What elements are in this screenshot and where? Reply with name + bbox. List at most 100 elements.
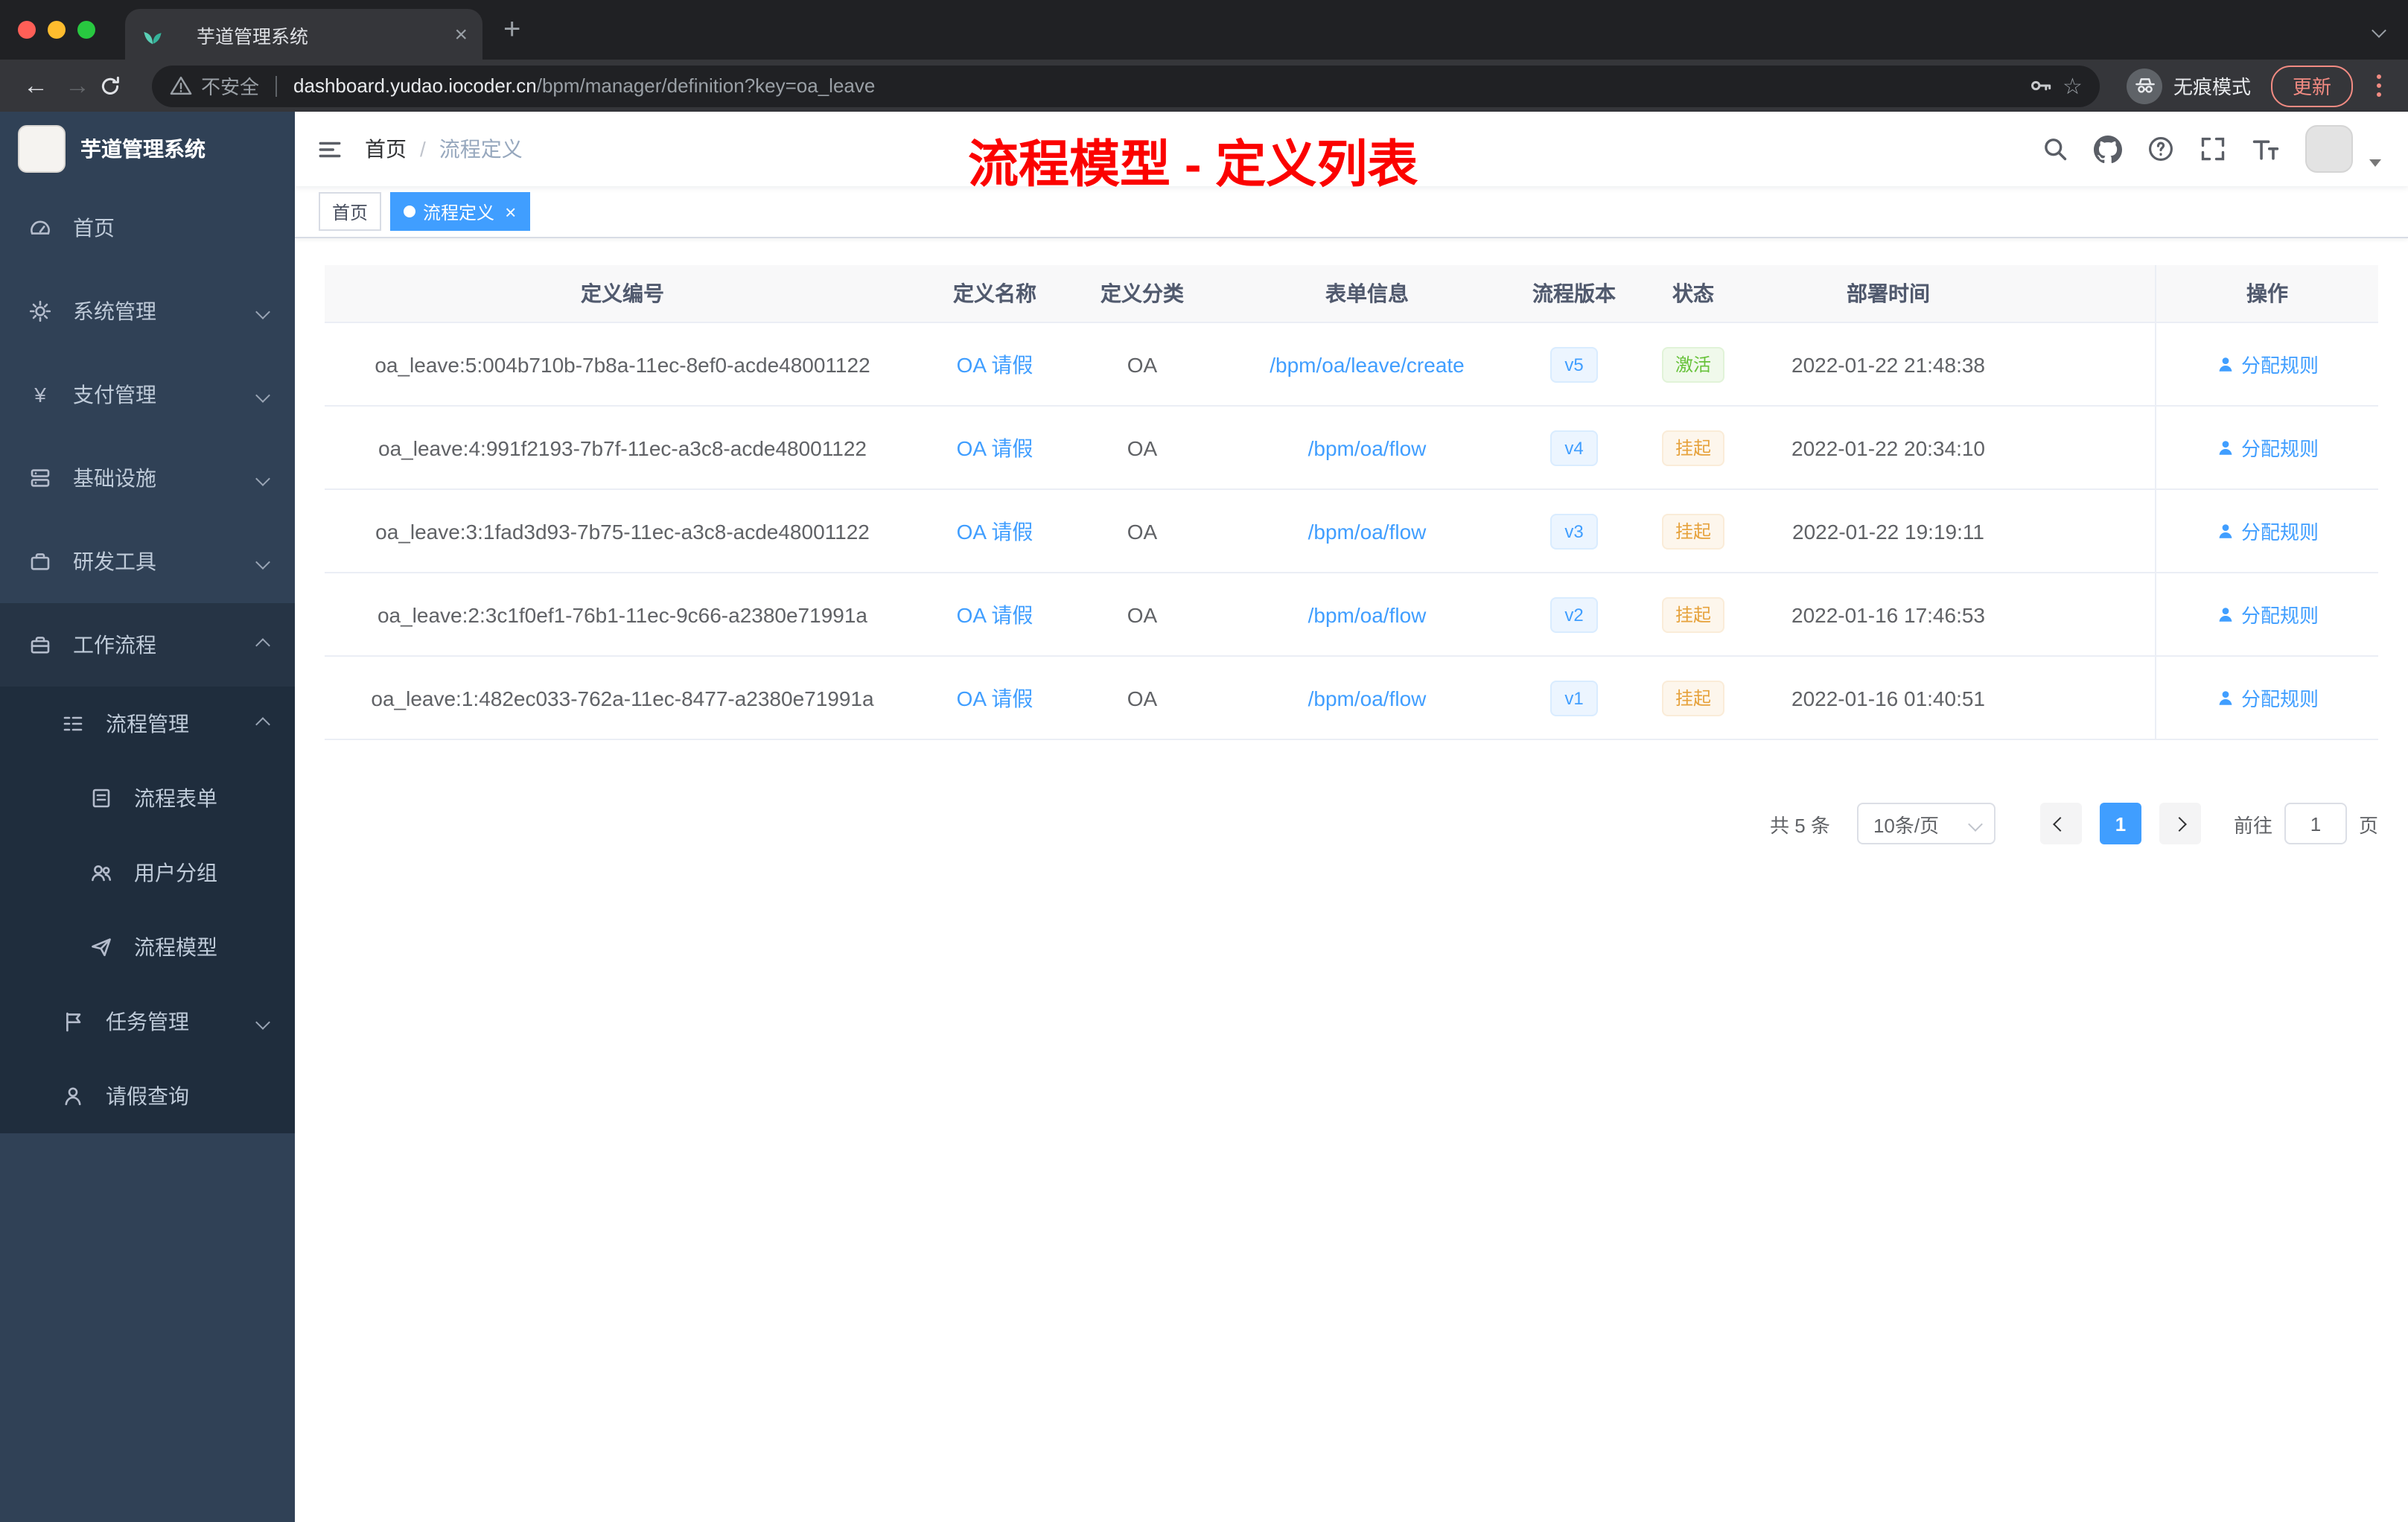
sidebar-item-task-mgmt[interactable]: 任务管理 — [0, 984, 295, 1059]
bookmark-star-icon[interactable]: ☆ — [2063, 72, 2083, 99]
definition-name-link[interactable]: OA 请假 — [957, 433, 1033, 462]
browser-tabstrip: 芋道管理系统 × + — [0, 0, 2408, 60]
next-page-button[interactable] — [2159, 803, 2201, 844]
font-size-icon[interactable] — [2252, 135, 2280, 163]
column-header-actions: 操作 — [2155, 265, 2378, 322]
column-header-category: 定义分类 — [1101, 281, 1184, 305]
form-link[interactable]: /bpm/oa/flow — [1308, 436, 1427, 459]
sidebar-item-label: 工作流程 — [73, 633, 156, 657]
tag-home[interactable]: 首页 — [319, 192, 382, 231]
window-minimize-button[interactable] — [48, 21, 66, 39]
form-link[interactable]: /bpm/oa/flow — [1308, 519, 1427, 543]
sidebar-item-process-model[interactable]: 流程模型 — [0, 910, 295, 984]
address-bar[interactable]: 不安全 dashboard.yudao.iocoder.cn/bpm/manag… — [152, 65, 2100, 106]
assign-rule-link[interactable]: 分配规则 — [2216, 684, 2319, 712]
definition-name-link[interactable]: OA 请假 — [957, 349, 1033, 379]
gear-icon — [28, 299, 52, 323]
server-icon — [28, 466, 52, 490]
window-close-button[interactable] — [18, 21, 36, 39]
total-count: 共 5 条 — [1770, 814, 1830, 836]
main-area: 流程模型 - 定义列表 首页 / 流程定义 首页 流程定义 × 定义编号 定义名… — [295, 112, 2408, 1522]
briefcase-icon — [28, 633, 52, 657]
security-label[interactable]: 不安全 — [201, 71, 259, 100]
github-icon[interactable] — [2094, 135, 2122, 163]
window-zoom-button[interactable] — [77, 21, 95, 39]
definition-name-link[interactable]: OA 请假 — [957, 599, 1033, 629]
column-header-deploy-time: 部署时间 — [1847, 281, 1930, 305]
definition-category: OA — [1127, 436, 1158, 459]
chevron-up-icon — [255, 716, 270, 731]
sidebar-item-home[interactable]: 首页 — [0, 186, 295, 270]
reload-button[interactable] — [98, 74, 140, 98]
definition-name-link[interactable]: OA 请假 — [957, 516, 1033, 546]
password-key-icon[interactable] — [2028, 73, 2054, 98]
new-tab-button[interactable]: + — [503, 15, 520, 45]
chevron-down-icon — [1968, 816, 1983, 831]
definition-id: oa_leave:5:004b710b-7b8a-11ec-8ef0-acde4… — [375, 352, 870, 376]
status-tag: 挂起 — [1661, 513, 1724, 549]
table-row: oa_leave:3:1fad3d93-7b75-11ec-a3c8-acde4… — [325, 490, 2378, 573]
assign-rule-link[interactable]: 分配规则 — [2216, 433, 2319, 462]
table-header-row: 定义编号 定义名称 定义分类 表单信息 流程版本 状态 部署时间 操作 — [325, 265, 2378, 323]
sidebar-item-system-mgmt[interactable]: 系统管理 — [0, 270, 295, 353]
sidebar-item-label: 首页 — [73, 216, 115, 240]
sidebar-item-leave-query[interactable]: 请假查询 — [0, 1059, 295, 1133]
avatar-caret-icon[interactable] — [2369, 159, 2381, 167]
fullscreen-icon[interactable] — [2200, 136, 2226, 162]
incognito-icon — [2127, 68, 2163, 104]
tab-search-icon[interactable] — [2372, 16, 2386, 43]
assign-rule-link[interactable]: 分配规则 — [2216, 517, 2319, 545]
form-link[interactable]: /bpm/oa/flow — [1308, 686, 1427, 710]
sidebar-item-infrastructure[interactable]: 基础设施 — [0, 436, 295, 520]
table-row: oa_leave:2:3c1f0ef1-76b1-11ec-9c66-a2380… — [325, 573, 2378, 657]
forward-button[interactable]: → — [57, 73, 98, 98]
version-tag: v5 — [1549, 346, 1599, 382]
prev-page-button[interactable] — [2039, 803, 2082, 844]
deploy-time: 2022-01-22 19:19:11 — [1792, 519, 1984, 543]
sidebar-item-dev-tools[interactable]: 研发工具 — [0, 520, 295, 603]
breadcrumb-home[interactable]: 首页 — [365, 134, 407, 164]
paper-plane-icon — [89, 935, 113, 959]
window-controls — [0, 21, 110, 39]
assign-rule-link[interactable]: 分配规则 — [2216, 600, 2319, 628]
chevron-down-icon — [255, 471, 270, 485]
tab-close-icon[interactable]: × — [454, 23, 468, 45]
definition-category: OA — [1127, 602, 1158, 626]
help-icon[interactable] — [2147, 136, 2174, 162]
back-button[interactable]: ← — [15, 73, 57, 98]
sidebar-toggle-icon[interactable] — [295, 136, 365, 162]
browser-tab[interactable]: 芋道管理系统 × — [125, 9, 482, 60]
form-link[interactable]: /bpm/oa/flow — [1308, 602, 1427, 626]
sidebar-logo[interactable]: 芋道管理系统 — [0, 112, 295, 186]
screen: 芋道管理系统 × + ← → 不安全 dashboard.yudao.iocod… — [0, 0, 2408, 1522]
column-header-version: 流程版本 — [1532, 281, 1616, 305]
table-row: oa_leave:5:004b710b-7b8a-11ec-8ef0-acde4… — [325, 323, 2378, 407]
page-content: 定义编号 定义名称 定义分类 表单信息 流程版本 状态 部署时间 操作 oa_l… — [295, 238, 2408, 1522]
browser-menu-icon[interactable] — [2376, 83, 2381, 89]
sidebar-item-payment-mgmt[interactable]: ¥ 支付管理 — [0, 353, 295, 436]
sidebar-item-process-mgmt[interactable]: 流程管理 — [0, 687, 295, 761]
form-link[interactable]: /bpm/oa/leave/create — [1270, 352, 1465, 376]
app: 芋道管理系统 首页 系统管理 ¥ 支付管理 基础设施 研发工具 工作流程 流程管… — [0, 112, 2408, 1522]
goto-page-input[interactable] — [2284, 803, 2347, 844]
url-text[interactable]: dashboard.yudao.iocoder.cn/bpm/manager/d… — [293, 74, 875, 97]
definition-name-link[interactable]: OA 请假 — [957, 683, 1033, 713]
sidebar-item-user-group[interactable]: 用户分组 — [0, 835, 295, 910]
sidebar-item-process-form[interactable]: 流程表单 — [0, 761, 295, 835]
definition-id: oa_leave:1:482ec033-762a-11ec-8477-a2380… — [371, 686, 874, 710]
user-avatar[interactable] — [2305, 125, 2353, 173]
page-1-button[interactable]: 1 — [2099, 803, 2141, 844]
sidebar-item-label: 流程管理 — [106, 712, 189, 736]
page-size-select[interactable]: 10条/页 — [1856, 803, 1995, 844]
tag-process-definition[interactable]: 流程定义 × — [390, 192, 530, 231]
update-button[interactable]: 更新 — [2271, 65, 2352, 106]
assign-rule-link[interactable]: 分配规则 — [2216, 350, 2319, 378]
search-icon[interactable] — [2042, 136, 2068, 162]
breadcrumb: 首页 / 流程定义 — [365, 134, 523, 164]
sidebar: 芋道管理系统 首页 系统管理 ¥ 支付管理 基础设施 研发工具 工作流程 流程管… — [0, 112, 295, 1522]
person-icon — [61, 1084, 85, 1108]
sidebar-item-label: 研发工具 — [73, 550, 156, 573]
sidebar-item-workflow[interactable]: 工作流程 — [0, 603, 295, 687]
tag-close-icon[interactable]: × — [505, 202, 516, 221]
definition-table: 定义编号 定义名称 定义分类 表单信息 流程版本 状态 部署时间 操作 oa_l… — [325, 265, 2378, 740]
